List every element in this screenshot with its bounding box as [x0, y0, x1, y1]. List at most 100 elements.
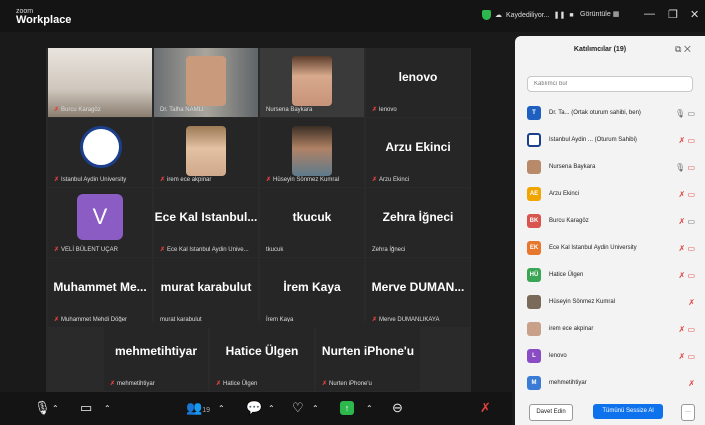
reactions-chevron-icon[interactable]: ⌃ [312, 404, 319, 413]
video-tile[interactable]: tkucuk tkucuk [260, 188, 364, 257]
mic-muted-icon: ✗ [160, 177, 166, 183]
participant-name: mehmetihtiyar [549, 380, 587, 386]
mic-muted-icon: ✗ [54, 107, 60, 113]
participant-row[interactable]: Nursena Baykara 🎙 ▭ [515, 154, 705, 181]
more-options-icon[interactable]: ⊖ [392, 400, 403, 416]
participant-row[interactable]: M mehmetihtiyar ✗ [515, 370, 705, 397]
recording-indicator[interactable]: ☁ Kaydediliyor... ❚❚ ■ [482, 10, 574, 20]
share-chevron-icon[interactable]: ⌃ [366, 404, 373, 413]
microphone-icon[interactable]: 🎙 [34, 400, 51, 416]
avatar: T [527, 106, 541, 120]
mic-muted-icon: ✗ [688, 298, 695, 307]
avatar [527, 322, 541, 336]
video-tile[interactable]: murat karabulut murat karabulut [154, 258, 258, 327]
participants-panel: Katılımcılar (19) ⧉ ✕ T Dr. Ta... (Ortak… [515, 36, 705, 425]
participant-row[interactable]: T Dr. Ta... (Ortak oturum sahibi, ben) 🎙… [515, 100, 705, 127]
video-tile[interactable]: İrem Kaya İrem Kaya [260, 258, 364, 327]
status-icons: 🎙 ▭ [675, 109, 695, 118]
mic-muted-icon: ✗ [160, 247, 166, 253]
more-button[interactable]: ··· [681, 404, 695, 421]
participants-button[interactable]: 👥19 [186, 400, 210, 416]
reactions-icon[interactable]: ♡ [292, 400, 304, 416]
participant-row[interactable]: AE Arzu Ekinci ✗ ▭ [515, 181, 705, 208]
video-off-icon: ▭ [687, 325, 695, 334]
participant-name: Ece Kal Istanbul Aydin University [549, 245, 637, 251]
video-tile[interactable]: Muhammet Me... ✗ Muhammet Mehdi Döğer [48, 258, 152, 327]
video-tile-active-speaker[interactable]: Nursena Baykara [260, 48, 364, 117]
video-options-chevron-icon[interactable]: ⌃ [104, 404, 111, 413]
video-camera-icon[interactable]: ▭ [80, 400, 92, 416]
mic-muted-icon: ✗ [110, 381, 116, 387]
status-icons: ✗ [688, 379, 695, 388]
mic-muted-icon: ✗ [372, 177, 378, 183]
participant-row[interactable]: Istanbul Aydin ... (Oturum Sahibi) ✗ ▭ [515, 127, 705, 154]
participants-chevron-icon[interactable]: ⌃ [218, 404, 225, 413]
tile-display-name: Hatice Ülgen [225, 344, 299, 358]
tile-name: ✗ lenovo [372, 106, 397, 113]
video-tile[interactable]: Merve DUMAN... ✗ Merve DUMANLIKAYA [366, 258, 470, 327]
mic-muted-icon: ✗ [54, 317, 60, 323]
status-icons: ✗ [688, 298, 695, 307]
status-icons: 🎙 ▭ [675, 163, 695, 172]
tile-display-name: Nurten iPhone'u [321, 344, 415, 358]
participant-row[interactable]: HÜ Hatice Ülgen ✗ ▭ [515, 262, 705, 289]
video-tile[interactable]: ✗ Hüseyin Sönmez Kumral [260, 118, 364, 187]
mic-muted-icon: ✗ [678, 244, 686, 253]
video-tile[interactable]: Nurten iPhone'u ✗ Nurten iPhone'u [316, 322, 420, 391]
search-input[interactable] [527, 76, 693, 92]
participant-row[interactable]: irem ece akpinar ✗ ▭ [515, 316, 705, 343]
tile-name: Nursena Baykara [266, 107, 312, 113]
mic-muted-icon: ✗ [678, 325, 686, 334]
tile-display-name: Zehra İğneci [382, 210, 454, 224]
chat-chevron-icon[interactable]: ⌃ [268, 404, 275, 413]
mic-muted-icon: ✗ [54, 247, 60, 253]
participant-row[interactable]: EK Ece Kal Istanbul Aydin University ✗ ▭ [515, 235, 705, 262]
mic-muted-icon: ✗ [678, 271, 686, 280]
participant-name: Arzu Ekinci [549, 191, 580, 197]
tile-name-text: Nursena Baykara [266, 107, 313, 113]
share-screen-icon[interactable]: ↑ [340, 401, 354, 415]
video-off-icon: ▭ [687, 352, 695, 361]
tile-name: tkucuk [266, 247, 283, 253]
video-tile[interactable]: Ece Kal Istanbul... ✗ Ece Kal Istanbul Ay… [154, 188, 258, 257]
restore-icon[interactable]: ❐ [668, 8, 678, 21]
video-tile[interactable]: Zehra İğneci Zehra İğneci [366, 188, 470, 257]
close-icon[interactable]: ✕ [690, 8, 699, 21]
video-tile[interactable]: lenovo ✗ lenovo [366, 48, 470, 117]
audio-options-chevron-icon[interactable]: ⌃ [52, 404, 59, 413]
participant-face [292, 56, 332, 106]
video-tile[interactable]: Arzu Ekinci ✗ Arzu Ekinci [366, 118, 470, 187]
participant-name: irem ece akpinar [549, 326, 594, 332]
video-tile[interactable]: ✗ irem ece akpinar [154, 118, 258, 187]
video-tile[interactable]: Dr. Talha NAMLI [154, 48, 258, 117]
tile-name-text: VELİ BÜLENT UÇAR [61, 247, 118, 253]
status-icons: ✗ ▭ [679, 244, 696, 253]
video-tile[interactable]: ✗ Burcu Karagöz [48, 48, 152, 117]
video-tile[interactable]: mehmetihtiyar ✗ mehmetihtiyar [104, 322, 208, 391]
chat-icon[interactable]: 💬 [246, 400, 262, 416]
mute-all-button[interactable]: Tümünü Sessize Al [593, 404, 663, 419]
participant-row[interactable]: L lenovo ✗ ▭ [515, 343, 705, 370]
panel-title: Katılımcılar (19) [573, 46, 627, 53]
participant-row[interactable]: BK Burcu Karagöz ✗ ▭ [515, 208, 705, 235]
tile-display-name: lenovo [398, 70, 438, 84]
invite-button[interactable]: Davet Edin [529, 404, 573, 421]
mic-muted-icon: ✗ [266, 177, 272, 183]
mic-muted-icon: ✗ [678, 217, 686, 226]
stop-icon[interactable]: ■ [569, 12, 573, 19]
leave-icon[interactable]: ✗ [480, 400, 491, 416]
view-button[interactable]: Görüntüle ▦ [580, 10, 619, 18]
mic-muted-icon: ✗ [54, 177, 60, 183]
video-tile[interactable]: ✗ Istanbul Aydin University [48, 118, 152, 187]
participant-row[interactable]: Hüseyin Sönmez Kumral ✗ [515, 289, 705, 316]
close-panel-icon[interactable]: ✕ [684, 44, 691, 54]
minimize-icon[interactable]: — [644, 8, 655, 20]
status-icons: ✗ ▭ [679, 352, 696, 361]
video-tile[interactable]: V ✗ VELİ BÜLENT UÇAR [48, 188, 152, 257]
popout-icon[interactable]: ⧉ [675, 44, 681, 54]
video-tile[interactable]: Hatice Ülgen ✗ Hatice Ülgen [210, 322, 314, 391]
tile-name: ✗ Istanbul Aydin University [54, 176, 126, 183]
pause-icon[interactable]: ❚❚ [554, 11, 566, 19]
video-off-icon: ▭ [687, 271, 695, 280]
tile-name: ✗ Ece Kal Istanbul Aydin Unive... [160, 246, 249, 253]
